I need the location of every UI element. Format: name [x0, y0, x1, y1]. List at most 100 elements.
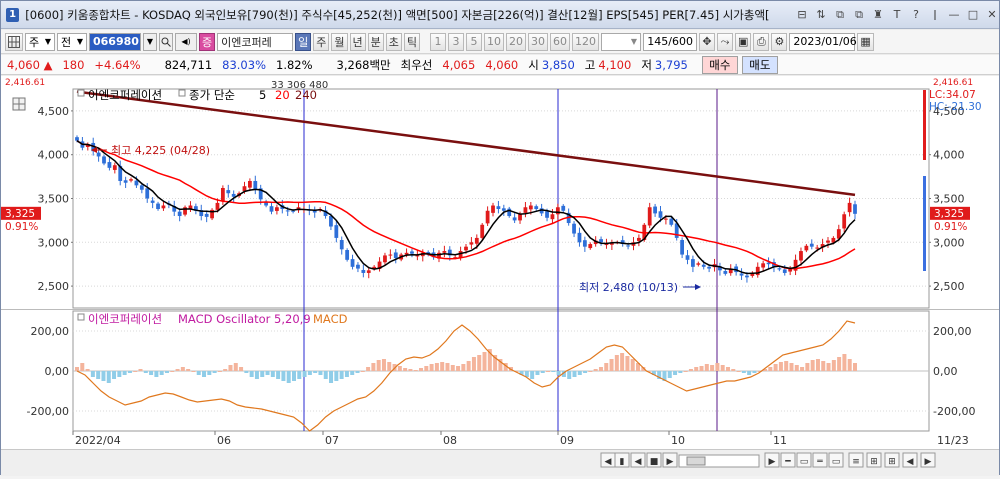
oscillator-bar — [456, 366, 461, 371]
code-dropdown-icon[interactable]: ▼ — [143, 32, 157, 51]
close-icon[interactable]: ✕ — [985, 8, 999, 22]
oscillator-bar — [101, 371, 106, 381]
chart-canvas[interactable]: 2,416.61 2,416.6133 306 4804,500 4,5004,00… — [1, 76, 999, 449]
cascade-icon[interactable]: ⧉ — [833, 8, 847, 22]
window-title: [0600] 키움종합차트 - KOSDAQ 외국인보유[790(천)] 주식수… — [25, 7, 770, 22]
interval-custom-select[interactable]: ▼ — [601, 32, 641, 51]
grid-icon[interactable] — [5, 32, 23, 51]
candle-body — [528, 205, 533, 210]
search-icon[interactable] — [159, 32, 173, 51]
period-minute-button[interactable]: 분 — [367, 32, 384, 51]
interval-button[interactable]: 3 — [448, 32, 464, 51]
candle-body — [761, 263, 766, 268]
period-daily-button[interactable]: 일 — [295, 32, 312, 51]
scroll-controls[interactable]: ◀ ▮ ◀ ■ ▶ ▶ ━ ▭ ═ ▭ ≡ ⊞ ⊞ ◀ ▶ — [1, 450, 999, 476]
candle-body — [350, 259, 355, 267]
interval-button[interactable]: 60 — [550, 32, 570, 51]
chart-window: 1 [0600] 키움종합차트 - KOSDAQ 외국인보유[790(천)] 주… — [0, 0, 1000, 476]
print-icon[interactable]: ⎙ — [753, 32, 770, 51]
help-icon[interactable]: ? — [909, 8, 923, 22]
speaker-icon[interactable]: ◀) — [175, 32, 197, 51]
minimize-icon[interactable]: — — [947, 8, 961, 22]
interval-button[interactable]: 30 — [528, 32, 548, 51]
stock-code-input[interactable]: 066980 — [89, 32, 141, 51]
pin-icon[interactable]: ⊟ — [795, 8, 809, 22]
candle-body — [707, 266, 712, 269]
candle-body — [356, 264, 360, 269]
font-icon[interactable]: T — [890, 8, 904, 22]
legend-ma20: 20 — [275, 88, 290, 102]
candle-body — [329, 216, 333, 227]
candle-body — [669, 218, 674, 225]
chart-area[interactable]: 2,416.61 2,416.61 33 306 480 4,500 4,500 4,00… — [1, 76, 999, 459]
current-price: 4,060 ▲ — [7, 58, 52, 72]
save-icon[interactable]: ▣ — [735, 32, 752, 51]
stop-icon: ■ — [650, 457, 659, 467]
indicator-icon[interactable]: ⤳ — [717, 32, 733, 51]
sell-button[interactable]: 매도 — [741, 55, 778, 74]
link-icon[interactable]: ⇅ — [814, 8, 828, 22]
maximize-icon[interactable]: □ — [966, 8, 980, 22]
buy-button[interactable]: 매수 — [701, 55, 738, 74]
oscillator-bar — [254, 371, 259, 379]
oscillator-bar — [429, 364, 434, 371]
hc-label: HC:-21.30 — [929, 101, 982, 113]
price-y-tick-right: 3,500 — [933, 193, 965, 206]
interval-button[interactable]: 20 — [506, 32, 526, 51]
tool-icon[interactable]: ♜ — [871, 8, 885, 22]
settings-icon[interactable]: ✥ — [699, 32, 715, 51]
oscillator-bar — [297, 371, 302, 379]
oscillator-bar — [678, 371, 683, 373]
interval-button[interactable]: 1 — [430, 32, 446, 51]
trade-amount: 3,268백만 — [336, 57, 391, 72]
separator-icon: ǀ — [933, 7, 937, 21]
interval-button[interactable]: 5 — [466, 32, 482, 51]
candle-body — [653, 206, 657, 214]
scope-select[interactable]: 전 ▼ — [57, 32, 87, 51]
calendar-icon[interactable]: ▦ — [857, 32, 874, 51]
candle-body — [410, 251, 414, 254]
scroll-thumb[interactable] — [686, 456, 706, 466]
candle-body — [177, 211, 182, 217]
candle-body — [366, 270, 371, 273]
volume: 824,711 — [164, 57, 213, 72]
period-weekly-button[interactable]: 주 — [313, 32, 330, 51]
oscillator-bar — [202, 371, 207, 377]
oscillator-bar — [450, 365, 455, 371]
candle-body — [636, 237, 641, 241]
candle-body — [247, 180, 252, 188]
oscillator-bar — [609, 359, 614, 371]
interval-button[interactable]: 10 — [484, 32, 504, 51]
oscillator-bar — [773, 364, 778, 371]
oscillator-bar — [397, 366, 402, 371]
candle-body — [464, 246, 468, 251]
oscillator-bar — [196, 371, 201, 375]
candle-body — [555, 207, 560, 215]
oscillator-bar — [471, 357, 476, 371]
count-value: 145 — [647, 35, 669, 48]
date-field[interactable]: 2023/01/06 — [789, 32, 857, 51]
period-second-button[interactable]: 초 — [385, 32, 402, 51]
count-field[interactable]: 145/600 — [643, 32, 697, 51]
current-price-left: 3,325 — [5, 208, 35, 220]
oscillator-bar — [752, 371, 757, 373]
oscillator-bar — [228, 365, 233, 371]
oscillator-bar — [805, 363, 810, 371]
prev-icon: ◀ — [635, 457, 642, 467]
market-mode-select[interactable]: 주 ▼ — [25, 32, 55, 51]
period-yearly-button[interactable]: 년 — [349, 32, 366, 51]
macd-y-tick-right: 200,00 — [933, 325, 972, 338]
oscillator-bar — [329, 371, 334, 383]
candle-body — [107, 162, 112, 168]
price-change: 180 — [62, 57, 85, 72]
tile-icon[interactable]: ⧉ — [852, 8, 866, 22]
x-axis-label: 2022/04 — [75, 434, 121, 447]
oscillator-bar — [233, 363, 238, 371]
oscillator-bar — [75, 367, 79, 371]
oscillator-bar — [826, 363, 831, 371]
interval-button[interactable]: 120 — [572, 32, 599, 51]
period-tick-button[interactable]: 틱 — [403, 32, 420, 51]
gear-icon[interactable]: ⚙ — [771, 32, 788, 51]
legend-box-icon — [77, 313, 85, 321]
period-monthly-button[interactable]: 월 — [331, 32, 348, 51]
